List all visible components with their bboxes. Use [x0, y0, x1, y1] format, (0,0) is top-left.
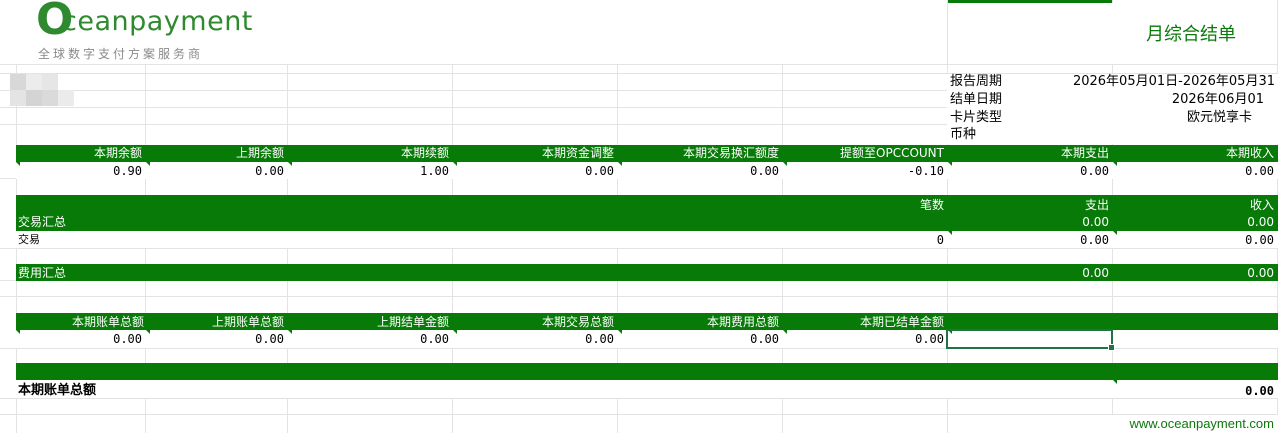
balance-header-1: 本期余额 — [93, 146, 142, 160]
total-value[interactable]: 0.00 — [1113, 383, 1274, 399]
account-name-redacted — [10, 74, 74, 108]
transaction-income-header: 收入 — [1249, 198, 1274, 212]
report-period-label: 报告周期 — [950, 74, 1003, 89]
logo-area: O ceanpayment 全球数字支付方案服务商 — [0, 0, 947, 64]
transaction-row-expense[interactable]: 0.00 — [948, 232, 1109, 248]
balance-value-3[interactable]: 1.00 — [288, 163, 449, 179]
bill-header-1: 本期账单总额 — [71, 315, 144, 329]
transaction-expense-header: 支出 — [1084, 198, 1109, 212]
balance-value-7[interactable]: 0.00 — [948, 163, 1109, 179]
balance-value-8[interactable]: 0.00 — [1113, 163, 1274, 179]
balance-header-3: 本期续额 — [400, 146, 449, 160]
currency-label: 币种 — [950, 127, 977, 142]
total-label: 本期账单总额 — [18, 383, 97, 398]
fee-income: 0.00 — [1247, 266, 1274, 280]
selected-cell[interactable] — [946, 329, 1115, 351]
statement-date-value: 2026年06月01 — [1171, 92, 1264, 107]
transaction-row-income[interactable]: 0.00 — [1113, 232, 1274, 248]
logo-tagline: 全球数字支付方案服务商 — [38, 47, 204, 61]
balance-value-4[interactable]: 0.00 — [453, 163, 614, 179]
balance-value-5[interactable]: 0.00 — [618, 163, 779, 179]
bill-header-2: 上期账单总额 — [211, 315, 284, 329]
logo-wordmark: ceanpayment — [62, 6, 253, 37]
transaction-expense-total: 0.00 — [1082, 215, 1109, 229]
bill-header-3: 上期结单金额 — [376, 315, 449, 329]
report-period-value: 2026年05月01日-2026年05月31 — [1072, 74, 1275, 89]
card-type-value: 欧元悦享卡 — [1186, 110, 1252, 125]
bill-value-3[interactable]: 0.00 — [288, 331, 449, 347]
balance-value-2[interactable]: 0.00 — [146, 163, 284, 179]
card-type-label: 卡片类型 — [950, 110, 1003, 125]
balance-header-5: 本期交易换汇额度 — [682, 146, 779, 160]
transaction-count-header: 笔数 — [919, 198, 944, 212]
bill-value-1[interactable]: 0.00 — [16, 331, 142, 347]
transaction-row-label: 交易 — [18, 233, 40, 246]
balance-header-6: 提额至OPCCOUNT — [840, 146, 944, 160]
balance-header-8: 本期收入 — [1225, 146, 1274, 160]
balance-value-1[interactable]: 0.90 — [16, 163, 142, 179]
statement-date-label: 结单日期 — [950, 92, 1003, 107]
balance-header-7: 本期支出 — [1060, 146, 1109, 160]
bill-value-6[interactable]: 0.00 — [783, 331, 944, 347]
bill-header-6: 本期已结单金额 — [859, 315, 944, 329]
bill-value-4[interactable]: 0.00 — [453, 331, 614, 347]
bill-value-2[interactable]: 0.00 — [146, 331, 284, 347]
transaction-income-total: 0.00 — [1247, 215, 1274, 229]
statement-title: 月综合结单 — [1146, 24, 1236, 45]
fee-expense: 0.00 — [1082, 266, 1109, 280]
balance-header-2: 上期余额 — [235, 146, 284, 160]
bill-value-5[interactable]: 0.00 — [618, 331, 779, 347]
transaction-row-count[interactable]: 0 — [783, 232, 944, 248]
balance-header-4: 本期资金调整 — [541, 146, 614, 160]
fill-handle[interactable] — [1108, 344, 1115, 351]
bill-header-5: 本期费用总额 — [706, 315, 779, 329]
spacer-band — [16, 363, 1278, 380]
footer-url[interactable]: www.oceanpayment.com — [1080, 416, 1274, 432]
balance-value-6[interactable]: -0.10 — [783, 163, 944, 179]
total-row — [16, 380, 1278, 398]
bill-header-4: 本期交易总额 — [541, 315, 614, 329]
transaction-summary-title: 交易汇总 — [18, 215, 67, 229]
fee-summary-title: 费用汇总 — [18, 266, 67, 280]
